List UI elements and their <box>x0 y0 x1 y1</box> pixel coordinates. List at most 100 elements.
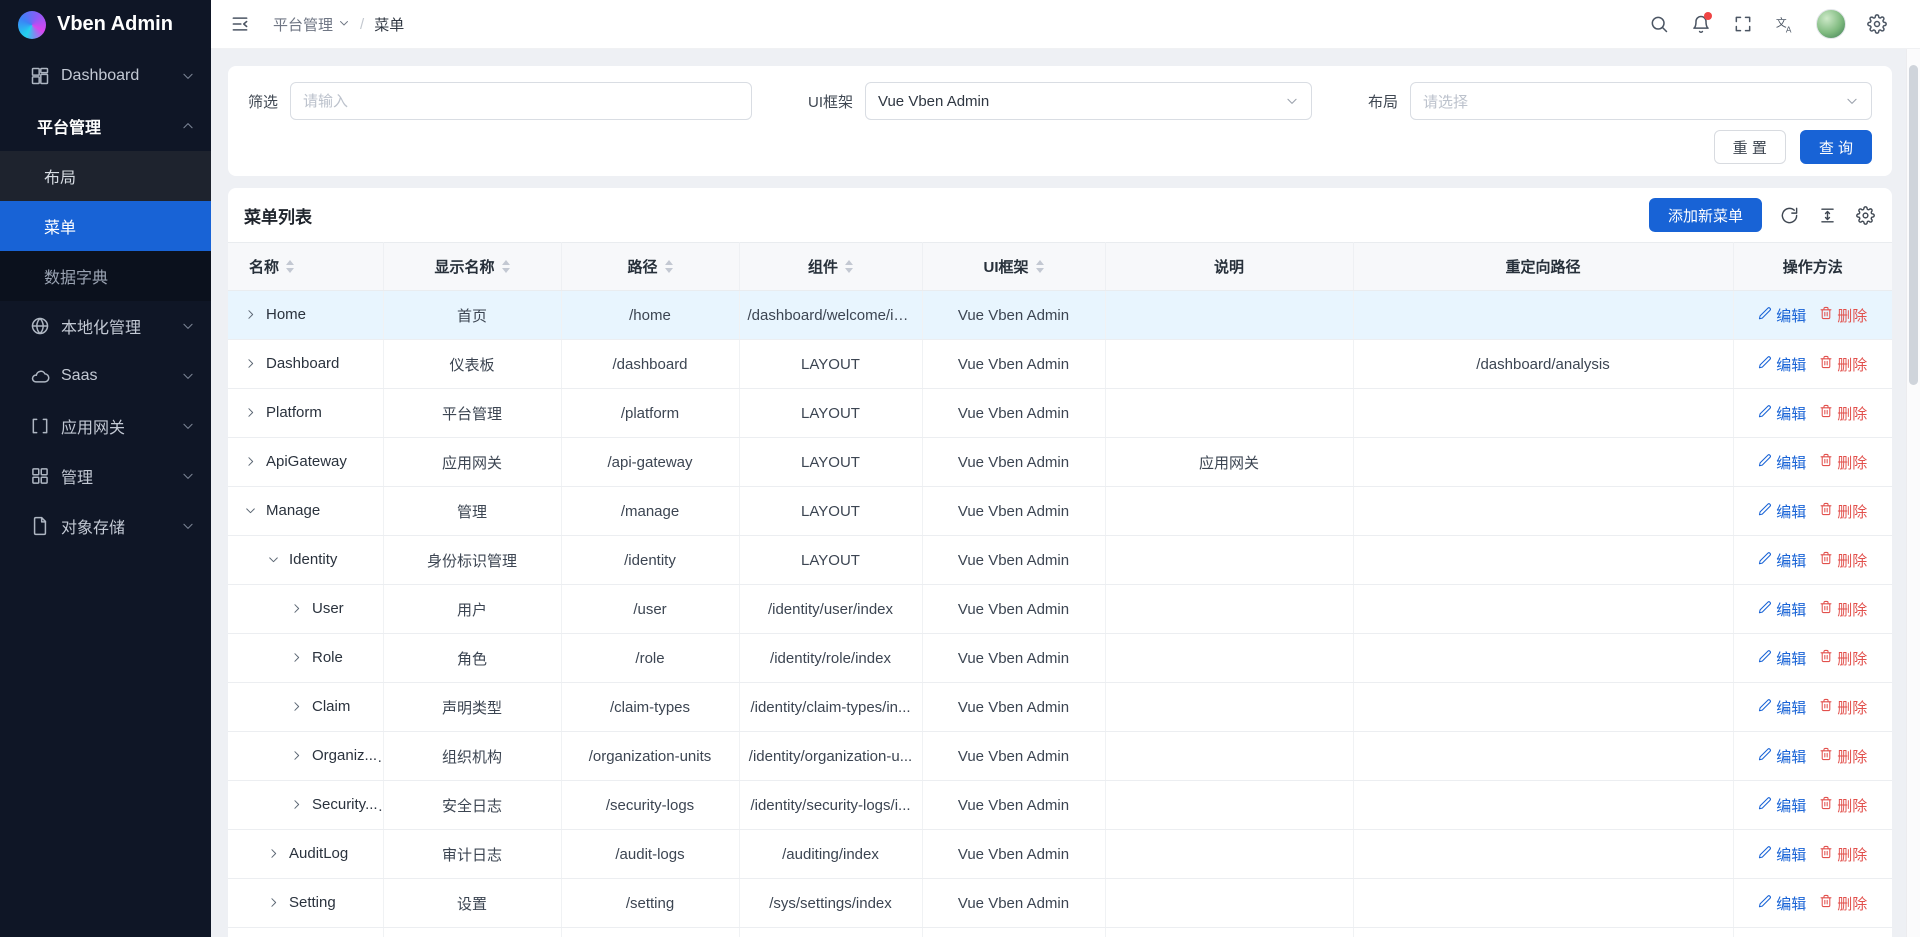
sidebar-item-saas[interactable]: Saas <box>0 351 211 401</box>
sidebar-item-object-storage[interactable]: 对象存储 <box>0 501 211 551</box>
sidebar-subitem-menu[interactable]: 菜单 <box>0 201 211 251</box>
column-header-name[interactable]: 名称 <box>228 243 383 291</box>
logo[interactable]: Vben Admin <box>0 0 211 49</box>
expand-toggle-icon[interactable] <box>290 749 303 762</box>
delete-button[interactable]: 删除 <box>1819 893 1867 914</box>
ui-framework-select[interactable]: Vue Vben Admin <box>865 82 1312 120</box>
expand-toggle-icon[interactable] <box>267 847 280 860</box>
sort-icon[interactable] <box>665 260 673 273</box>
expand-toggle-icon[interactable] <box>244 504 257 517</box>
edit-button[interactable]: 编辑 <box>1758 893 1806 914</box>
table-row-user[interactable]: User用户/user/identity/user/indexVue Vben … <box>228 585 1892 634</box>
edit-button[interactable]: 编辑 <box>1758 795 1806 816</box>
expand-toggle-icon[interactable] <box>244 308 257 321</box>
dashboard-icon <box>30 66 50 86</box>
chevron-down-icon <box>181 369 195 383</box>
edit-button[interactable]: 编辑 <box>1758 550 1806 571</box>
app-root: Vben Admin Dashboard平台管理布局菜单数据字典本地化管理Saa… <box>0 0 1920 937</box>
expand-toggle-icon[interactable] <box>244 455 257 468</box>
sidebar-item-platform-management[interactable]: 平台管理 <box>0 101 211 151</box>
column-header-ui-framework[interactable]: UI框架 <box>922 243 1105 291</box>
search-icon[interactable] <box>1642 7 1676 41</box>
expand-toggle-icon[interactable] <box>290 602 303 615</box>
table-row-platform[interactable]: Platform平台管理/platformLAYOUTVue Vben Admi… <box>228 389 1892 438</box>
sidebar-item-manage[interactable]: 管理 <box>0 451 211 501</box>
table-row-identity[interactable]: Identity身份标识管理/identityLAYOUTVue Vben Ad… <box>228 536 1892 585</box>
sidebar-item-api-gateway[interactable]: 应用网关 <box>0 401 211 451</box>
delete-button[interactable]: 删除 <box>1819 844 1867 865</box>
menu-item-label: Dashboard <box>61 67 170 85</box>
table-row-manage[interactable]: Manage管理/manageLAYOUTVue Vben Admin编辑删除 <box>228 487 1892 536</box>
scrollbar-thumb[interactable] <box>1909 65 1918 385</box>
delete-button[interactable]: 删除 <box>1819 403 1867 424</box>
delete-button[interactable]: 删除 <box>1819 599 1867 620</box>
layout-select[interactable]: 请选择 <box>1410 82 1872 120</box>
edit-button[interactable]: 编辑 <box>1758 844 1806 865</box>
notification-bell-icon[interactable] <box>1684 7 1718 41</box>
sidebar-item-localization[interactable]: 本地化管理 <box>0 301 211 351</box>
edit-button[interactable]: 编辑 <box>1758 599 1806 620</box>
table-row-dashboard[interactable]: Dashboard仪表板/dashboardLAYOUTVue Vben Adm… <box>228 340 1892 389</box>
table-row-apigateway[interactable]: ApiGateway应用网关/api-gatewayLAYOUTVue Vben… <box>228 438 1892 487</box>
edit-button[interactable]: 编辑 <box>1758 501 1806 522</box>
row-height-icon[interactable] <box>1816 204 1838 226</box>
reset-button[interactable]: 重 置 <box>1714 130 1786 164</box>
menu-fold-icon[interactable] <box>223 7 257 41</box>
row-display-name: 审计日志 <box>383 830 561 879</box>
add-menu-button[interactable]: 添加新菜单 <box>1649 198 1762 232</box>
query-button[interactable]: 查 询 <box>1800 130 1872 164</box>
sort-icon[interactable] <box>845 260 853 273</box>
refresh-icon[interactable] <box>1778 204 1800 226</box>
sidebar-item-dashboard[interactable]: Dashboard <box>0 51 211 101</box>
sort-icon[interactable] <box>1036 260 1044 273</box>
delete-button[interactable]: 删除 <box>1819 697 1867 718</box>
table-row-setting[interactable]: Setting设置/setting/sys/settings/indexVue … <box>228 879 1892 928</box>
edit-button[interactable]: 编辑 <box>1758 354 1806 375</box>
sidebar-subitem-layout[interactable]: 布局 <box>0 151 211 201</box>
table-settings-icon[interactable] <box>1854 204 1876 226</box>
sidebar-subitem-data-dictionary[interactable]: 数据字典 <box>0 251 211 301</box>
column-header-display-name[interactable]: 显示名称 <box>383 243 561 291</box>
expand-toggle-icon[interactable] <box>290 700 303 713</box>
delete-button[interactable]: 删除 <box>1819 550 1867 571</box>
delete-button[interactable]: 删除 <box>1819 648 1867 669</box>
delete-button[interactable]: 删除 <box>1819 501 1867 522</box>
table-row-home[interactable]: Home首页/home/dashboard/welcome/in...Vue V… <box>228 291 1892 340</box>
sort-icon[interactable] <box>502 260 510 273</box>
filter-keyword-input[interactable] <box>290 82 752 120</box>
row-actions: 编辑删除 <box>1733 340 1892 389</box>
delete-button[interactable]: 删除 <box>1819 746 1867 767</box>
fullscreen-icon[interactable] <box>1726 7 1760 41</box>
expand-toggle-icon[interactable] <box>267 553 280 566</box>
sort-icon[interactable] <box>286 260 294 273</box>
edit-button[interactable]: 编辑 <box>1758 746 1806 767</box>
column-header-component[interactable]: 组件 <box>739 243 922 291</box>
edit-button[interactable]: 编辑 <box>1758 648 1806 669</box>
edit-button[interactable]: 编辑 <box>1758 305 1806 326</box>
delete-button[interactable]: 删除 <box>1819 452 1867 473</box>
table-row-auditlog[interactable]: AuditLog审计日志/audit-logs/auditing/indexVu… <box>228 830 1892 879</box>
edit-button[interactable]: 编辑 <box>1758 452 1806 473</box>
breadcrumb-item-platform[interactable]: 平台管理 <box>273 14 350 35</box>
vertical-scrollbar[interactable] <box>1906 49 1920 937</box>
settings-gear-icon[interactable] <box>1860 7 1894 41</box>
table-row-role[interactable]: Role角色/role/identity/role/indexVue Vben … <box>228 634 1892 683</box>
avatar[interactable] <box>1816 9 1846 39</box>
translate-icon[interactable]: 文A <box>1768 7 1802 41</box>
row-redirect-path <box>1353 830 1733 879</box>
table-row-security-logs[interactable]: Security...安全日志/security-logs/identity/s… <box>228 781 1892 830</box>
table-row-organization-units[interactable]: Organiz...组织机构/organization-units/identi… <box>228 732 1892 781</box>
expand-toggle-icon[interactable] <box>244 357 257 370</box>
expand-toggle-icon[interactable] <box>244 406 257 419</box>
column-header-path[interactable]: 路径 <box>561 243 739 291</box>
delete-button[interactable]: 删除 <box>1819 795 1867 816</box>
edit-button[interactable]: 编辑 <box>1758 403 1806 424</box>
expand-toggle-icon[interactable] <box>267 896 280 909</box>
expand-toggle-icon[interactable] <box>290 798 303 811</box>
delete-button[interactable]: 删除 <box>1819 305 1867 326</box>
delete-button[interactable]: 删除 <box>1819 354 1867 375</box>
edit-button[interactable]: 编辑 <box>1758 697 1806 718</box>
expand-toggle-icon[interactable] <box>290 651 303 664</box>
row-component: /identity/security-logs/i... <box>739 781 922 830</box>
table-row-claim[interactable]: Claim声明类型/claim-types/identity/claim-typ… <box>228 683 1892 732</box>
